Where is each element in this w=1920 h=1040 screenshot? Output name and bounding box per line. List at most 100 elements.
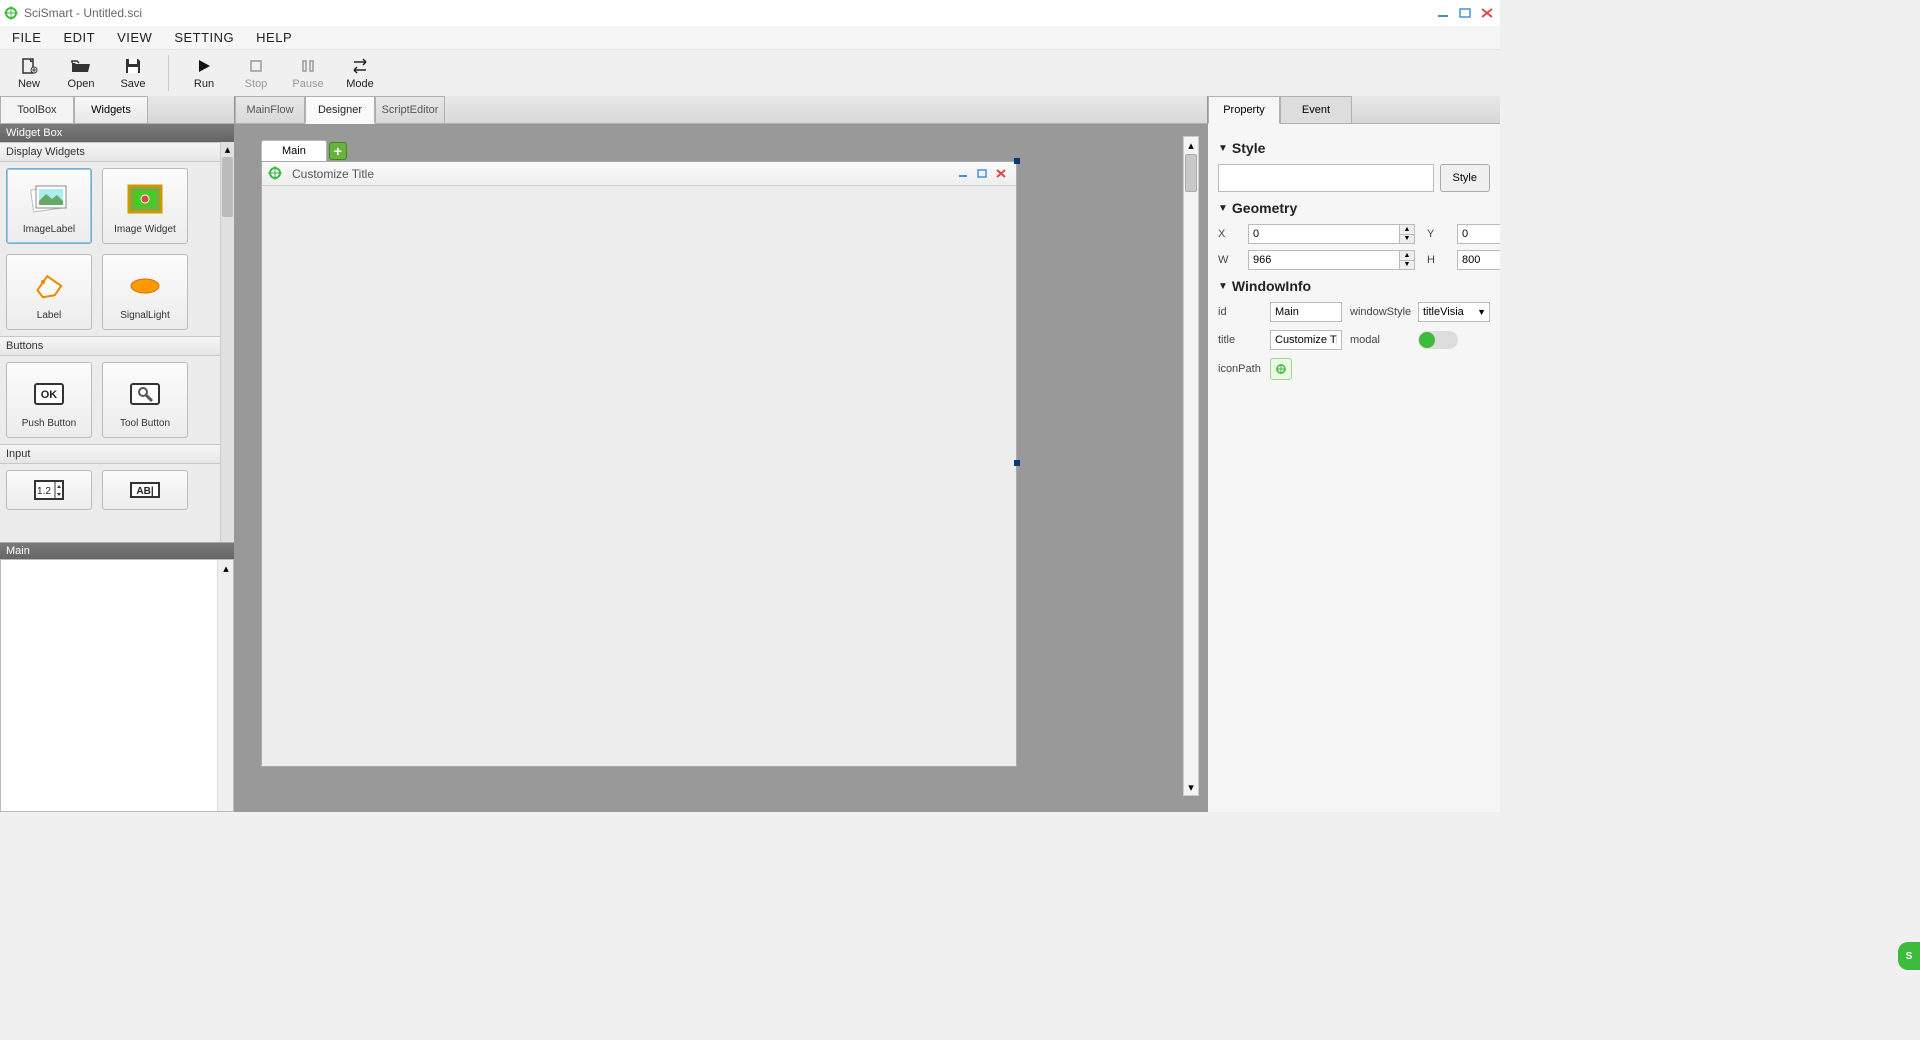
menu-help[interactable]: HELP: [250, 28, 298, 47]
resize-handle[interactable]: [1014, 158, 1020, 164]
scroll-down-icon[interactable]: ▾: [1184, 779, 1198, 795]
menu-file[interactable]: FILE: [6, 28, 47, 47]
geom-x-label: X: [1218, 228, 1236, 240]
group-input[interactable]: Input: [0, 444, 234, 464]
design-window[interactable]: Customize Title: [261, 161, 1017, 767]
widget-signallight-label: SignalLight: [120, 310, 169, 321]
tree-root-label[interactable]: Main: [0, 543, 234, 559]
widget-spinbox[interactable]: 1.2: [6, 470, 92, 510]
geom-x-field[interactable]: [1248, 224, 1399, 244]
design-window-logo-icon: [268, 166, 284, 182]
open-button[interactable]: Open: [60, 56, 102, 90]
window-title: SciSmart - Untitled.sci: [24, 6, 142, 20]
floating-badge[interactable]: S: [1898, 942, 1920, 970]
center-panel: MainFlow Designer ScriptEditor Main + Cu…: [234, 96, 1208, 812]
svg-text:OK: OK: [41, 389, 58, 401]
design-window-title: Customize Title: [292, 167, 374, 181]
tab-scripteditor[interactable]: ScriptEditor: [375, 96, 445, 124]
pushbutton-icon: OK: [29, 372, 69, 416]
canvas-scrollbar[interactable]: ▴ ▾: [1183, 136, 1199, 796]
style-value-field[interactable]: [1218, 164, 1434, 192]
svg-text:AB|: AB|: [136, 486, 153, 497]
menu-view[interactable]: VIEW: [111, 28, 158, 47]
spin-down-icon[interactable]: ▼: [1400, 261, 1414, 270]
tab-designer[interactable]: Designer: [305, 96, 375, 124]
title-field[interactable]: [1270, 330, 1342, 350]
spinbox-icon: 1.2: [29, 471, 69, 509]
label-icon: [29, 264, 69, 308]
spin-up-icon[interactable]: ▲: [1400, 225, 1414, 235]
tab-widgets[interactable]: Widgets: [74, 96, 148, 124]
close-icon[interactable]: [1478, 6, 1496, 20]
style-edit-button[interactable]: Style: [1440, 164, 1490, 192]
modal-toggle[interactable]: [1418, 331, 1458, 349]
design-maximize-icon[interactable]: [975, 167, 991, 181]
widget-lineedit[interactable]: AB|: [102, 470, 188, 510]
geom-w-field[interactable]: [1248, 250, 1399, 270]
section-style[interactable]: ▼Style: [1218, 140, 1490, 156]
iconpath-button[interactable]: [1270, 358, 1292, 380]
modal-label: modal: [1350, 334, 1410, 346]
tab-property[interactable]: Property: [1208, 96, 1280, 124]
tab-mainflow[interactable]: MainFlow: [235, 96, 305, 124]
new-button[interactable]: New: [8, 56, 50, 90]
tab-toolbox[interactable]: ToolBox: [0, 96, 74, 124]
geom-h-field[interactable]: [1457, 250, 1500, 270]
design-close-icon[interactable]: [994, 167, 1010, 181]
scroll-up-icon[interactable]: ▴: [1184, 137, 1198, 153]
property-panel: ▼Style Style ▼Geometry X ▲▼ Y ▲▼ W ▲▼ H …: [1208, 124, 1500, 390]
spin-down-icon[interactable]: ▼: [1400, 235, 1414, 244]
add-tab-button[interactable]: +: [329, 142, 347, 160]
stop-icon: [248, 56, 264, 76]
canvas-area[interactable]: Main + Customize Title ▴: [235, 124, 1207, 812]
toolbox-scroll[interactable]: Display Widgets ImageLabel Image Widget …: [0, 142, 234, 542]
resize-handle[interactable]: [1014, 460, 1020, 466]
menu-setting[interactable]: SETTING: [168, 28, 240, 47]
minimize-icon[interactable]: [1434, 6, 1452, 20]
center-tabs: MainFlow Designer ScriptEditor: [235, 96, 1207, 124]
widget-toolbutton[interactable]: Tool Button: [102, 362, 188, 438]
hierarchy-tree: Main ▴: [0, 542, 234, 812]
widget-imagelabel[interactable]: ImageLabel: [6, 168, 92, 244]
id-label: id: [1218, 306, 1262, 318]
design-minimize-icon[interactable]: [956, 167, 972, 181]
tree-body[interactable]: ▴: [0, 559, 234, 812]
widget-pushbutton[interactable]: OK Push Button: [6, 362, 92, 438]
scroll-up-icon[interactable]: ▴: [221, 142, 234, 156]
widget-label-label: Label: [37, 310, 61, 321]
design-window-body[interactable]: [262, 186, 1016, 766]
section-geometry[interactable]: ▼Geometry: [1218, 200, 1490, 216]
menu-edit[interactable]: EDIT: [57, 28, 101, 47]
inner-tabs: Main +: [261, 140, 1197, 161]
left-panel: ToolBox Widgets Widget Box Display Widge…: [0, 96, 234, 812]
mode-button[interactable]: Mode: [339, 56, 381, 90]
design-window-titlebar[interactable]: Customize Title: [262, 162, 1016, 186]
toolbar-separator: [168, 55, 169, 91]
right-tabs: Property Event: [1208, 96, 1500, 124]
group-buttons[interactable]: Buttons: [0, 336, 234, 356]
save-button[interactable]: Save: [112, 56, 154, 90]
toolbutton-icon: [125, 372, 165, 416]
menubar: FILE EDIT VIEW SETTING HELP: [0, 26, 1500, 50]
id-field[interactable]: [1270, 302, 1342, 322]
scrollbar-thumb[interactable]: [222, 157, 233, 217]
spin-up-icon[interactable]: ▲: [1400, 251, 1414, 261]
run-label: Run: [194, 78, 214, 90]
scrollbar-thumb[interactable]: [1185, 154, 1197, 192]
left-tabs: ToolBox Widgets: [0, 96, 234, 124]
widget-imagewidget[interactable]: Image Widget: [102, 168, 188, 244]
geom-h-label: H: [1427, 254, 1445, 266]
windowstyle-combo[interactable]: titleVisia▼: [1418, 302, 1490, 322]
inner-tab-main[interactable]: Main: [261, 140, 327, 161]
geom-y-field[interactable]: [1457, 224, 1500, 244]
run-button[interactable]: Run: [183, 56, 225, 90]
maximize-icon[interactable]: [1456, 6, 1474, 20]
section-windowinfo[interactable]: ▼WindowInfo: [1218, 278, 1490, 294]
toolbar: New Open Save Run Stop Pause Mode: [0, 50, 1500, 96]
widget-signallight[interactable]: SignalLight: [102, 254, 188, 330]
widget-label[interactable]: Label: [6, 254, 92, 330]
tree-scroll-up-icon[interactable]: ▴: [218, 560, 234, 576]
group-display-widgets[interactable]: Display Widgets: [0, 142, 234, 162]
tab-event[interactable]: Event: [1280, 96, 1352, 124]
caret-down-icon: ▼: [1218, 203, 1228, 214]
